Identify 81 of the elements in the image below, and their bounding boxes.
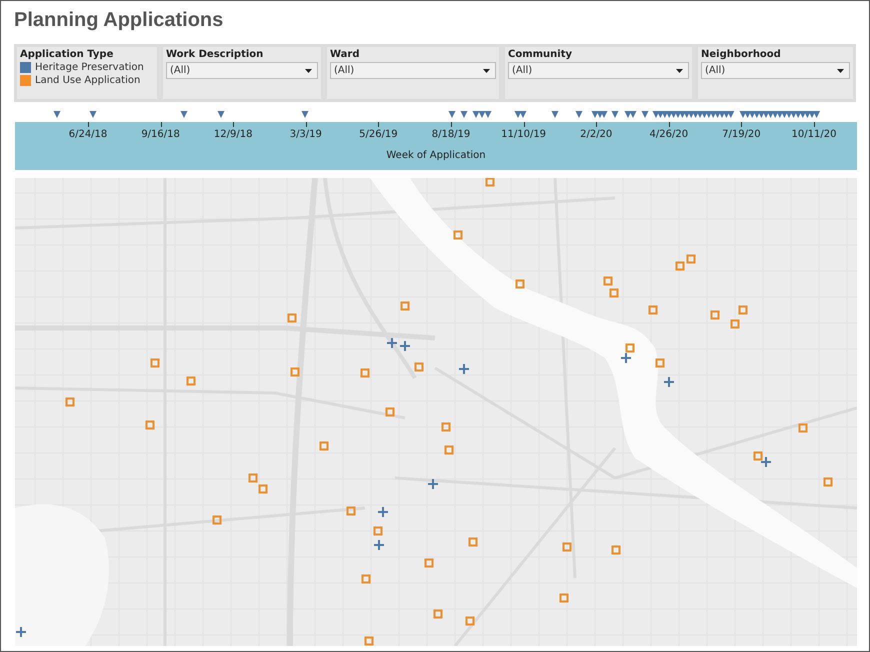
axis-tick-label: 4/26/20 (650, 129, 688, 140)
heritage-marker[interactable] (399, 340, 411, 352)
land-use-marker[interactable] (374, 526, 382, 536)
caret-icon (837, 68, 844, 72)
land-use-marker[interactable] (288, 314, 296, 322)
heritage-marker[interactable] (386, 337, 398, 349)
land-use-marker[interactable] (424, 558, 434, 568)
land-use-marker[interactable] (360, 368, 370, 378)
heritage-marker[interactable] (663, 376, 675, 388)
land-use-marker[interactable] (320, 442, 328, 450)
land-use-marker[interactable] (656, 358, 664, 368)
legend-label: Land Use Application (35, 75, 140, 86)
land-use-marker[interactable] (414, 362, 424, 372)
land-use-marker[interactable] (66, 398, 74, 406)
caret-icon (305, 68, 312, 72)
land-use-marker[interactable] (468, 538, 478, 546)
heritage-marker[interactable] (458, 363, 470, 375)
land-use-marker[interactable] (466, 616, 474, 626)
axis-title: Week of Application (386, 150, 486, 161)
land-use-marker[interactable] (824, 478, 832, 486)
land-use-marker[interactable] (364, 636, 374, 646)
heritage-marker[interactable] (427, 478, 439, 490)
axis-tick-label: 12/9/18 (214, 129, 252, 140)
axis-tick-label: 6/24/18 (68, 129, 108, 140)
land-use-marker[interactable] (150, 358, 160, 368)
land-use-marker[interactable] (186, 376, 196, 386)
legend-title: Application Type (20, 49, 114, 60)
axis-tick-label: 3/3/19 (290, 129, 322, 140)
land-use-marker[interactable] (444, 446, 454, 454)
land-use-marker[interactable] (612, 546, 620, 554)
axis-tick-label: 5/26/19 (359, 129, 398, 140)
filter-label: Community (508, 49, 574, 60)
filter-dropdown[interactable]: (All) (166, 62, 318, 79)
legend-label: Heritage Preservation (35, 62, 144, 73)
caret-icon (483, 68, 490, 72)
land-use-marker[interactable] (738, 306, 748, 314)
filter-dropdown[interactable]: (All) (330, 62, 496, 79)
land-use-marker[interactable] (686, 254, 696, 264)
heritage-marker[interactable] (377, 506, 389, 518)
land-use-marker[interactable] (146, 420, 154, 430)
caret-icon (676, 68, 683, 72)
axis-tick-label: 11/10/19 (501, 129, 546, 140)
heritage-marker[interactable] (620, 352, 632, 364)
dashboard-title: Planning Applications (14, 9, 224, 32)
land-use-marker[interactable] (562, 542, 572, 552)
land-use-marker[interactable] (362, 574, 370, 584)
heritage-marker[interactable] (373, 539, 385, 551)
land-use-marker[interactable] (710, 310, 720, 320)
land-use-marker[interactable] (516, 280, 524, 288)
land-use-marker[interactable] (560, 594, 568, 602)
land-use-marker[interactable] (626, 344, 634, 352)
filter-dropdown[interactable]: (All) (508, 62, 689, 79)
heritage-marker[interactable] (760, 456, 772, 468)
filter-dropdown[interactable]: (All) (701, 62, 850, 79)
land-use-marker[interactable] (454, 230, 462, 240)
land-use-marker[interactable] (248, 474, 258, 482)
land-use-marker[interactable] (442, 422, 450, 432)
axis-tick-label: 2/2/20 (580, 129, 612, 140)
land-use-marker[interactable] (400, 302, 410, 310)
axis-tick-label: 9/16/18 (141, 129, 180, 140)
land-use-marker[interactable] (386, 408, 394, 416)
land-use-marker[interactable] (754, 452, 762, 460)
land-use-marker[interactable] (434, 610, 442, 618)
axis-tick-label: 10/11/20 (792, 129, 836, 140)
land-use-marker[interactable] (290, 368, 300, 376)
land-use-marker[interactable] (610, 288, 618, 298)
land-use-marker[interactable] (798, 424, 808, 432)
land-use-marker[interactable] (212, 516, 222, 524)
land-use-marker[interactable] (258, 484, 268, 494)
land-use-marker[interactable] (486, 178, 494, 186)
land-use-marker[interactable] (676, 262, 684, 270)
land-use-marker[interactable] (604, 276, 612, 286)
land-use-marker[interactable] (730, 320, 740, 328)
land-use-marker[interactable] (648, 306, 658, 314)
axis-tick-label: 7/19/20 (722, 129, 761, 140)
filter-label: Ward (330, 49, 361, 60)
heritage-marker[interactable] (15, 626, 27, 638)
land-use-marker[interactable] (346, 506, 356, 516)
axis-tick-label: 8/18/19 (432, 129, 470, 140)
filter-label: Neighborhood (701, 49, 782, 60)
filter-label: Work Description (166, 49, 264, 60)
